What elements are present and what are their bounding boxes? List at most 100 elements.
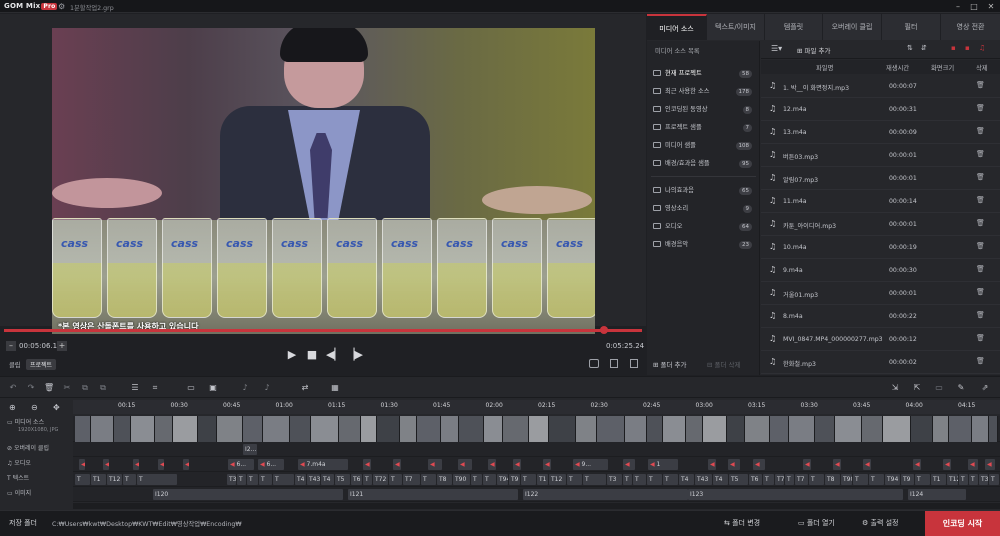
sort-asc-icon[interactable]: ⇅ [907,44,913,52]
file-row[interactable]: ♫ 10.m4a 00:00:19 🗑 [761,236,1000,259]
video-clip-thumbnail[interactable] [529,416,549,442]
maximize-icon[interactable]: □ [967,1,981,12]
video-clip-thumbnail[interactable] [703,416,727,442]
prev-frame-icon[interactable]: ◀▏ [326,349,343,361]
video-clip-thumbnail[interactable] [361,416,377,442]
file-row[interactable]: ♫ 9.m4a 00:00:30 🗑 [761,259,1000,282]
audio-clip[interactable]: ◀ [133,459,139,470]
filter-image-icon[interactable]: ▪ [965,44,970,52]
video-clip-thumbnail[interactable] [114,416,131,442]
video-clip-thumbnail[interactable] [911,416,933,442]
text-clip[interactable]: T1 [537,474,548,485]
audio-clip[interactable]: ◀ [943,459,951,470]
source-item-current-project[interactable]: 현재 프로젝트 58 [653,66,756,82]
video-clip-thumbnail[interactable] [663,416,686,442]
text-clip[interactable]: T72 [373,474,388,485]
text-clip[interactable]: T3 [979,474,988,485]
audio-clip[interactable]: ◀ 7.m4a [298,459,348,470]
text-clip[interactable]: T4 [713,474,728,485]
add-folder-button[interactable]: ⊞ 폴더 추가 [653,359,687,369]
mode-project-button[interactable]: 프로젝트 [26,359,57,370]
transition-icon[interactable]: ▦ [330,383,340,393]
text-clip[interactable]: T8 [437,474,452,485]
audio-clip[interactable]: ◀ [833,459,841,470]
video-clip-thumbnail[interactable] [647,416,663,442]
mode-clip-button[interactable]: 클립 [9,360,21,369]
text-clip[interactable]: T9 [509,474,520,485]
audio-clip[interactable]: ◀ [968,459,978,470]
video-clip-thumbnail[interactable] [243,416,263,442]
audio-clip[interactable]: ◀ 9... [573,459,608,470]
trash-icon[interactable]: 🗑 [976,104,985,112]
import-icon[interactable]: ⇲ [890,383,900,393]
video-clip-thumbnail[interactable] [417,416,441,442]
audio-clip[interactable]: ◀ [913,459,921,470]
video-clip-thumbnail[interactable] [883,416,911,442]
audio-clip[interactable]: ◀ 1 [648,459,678,470]
image-track[interactable]: I120 I121 I122 I123 I124 [73,487,1000,502]
video-clip-thumbnail[interactable] [400,416,417,442]
text-clip[interactable]: T5 [729,474,748,485]
video-clip-thumbnail[interactable] [198,416,217,442]
text-clip[interactable]: T [989,474,999,485]
zoom-in-icon[interactable]: ⊕ [9,403,16,412]
file-row[interactable]: ♫ 11.m4a 00:00:14 🗑 [761,190,1000,213]
image-clip[interactable]: I124 [908,489,966,500]
text-clip[interactable]: T6 [749,474,762,485]
text-clip[interactable]: T4 [679,474,694,485]
image-clip[interactable]: I122 [523,489,688,500]
text-clip[interactable]: T90 [453,474,470,485]
text-clip[interactable]: T6 [351,474,362,485]
audio-clip[interactable]: ◀ [458,459,472,470]
start-encoding-button[interactable]: 인코딩 시작 [925,511,1000,536]
output-settings-button[interactable]: ⚙ 출력 설정 [862,518,899,528]
play-icon[interactable]: ▶ [286,349,298,361]
trash-icon[interactable]: 🗑 [976,173,985,181]
text-clip[interactable]: T [389,474,402,485]
source-item-my-effects[interactable]: 나의효과음 65 [653,183,756,199]
tab-text-image[interactable]: 텍스트/이미지 [707,14,765,40]
file-row[interactable]: ♫ 1. 박__이 화면정지.mp3 00:00:07 🗑 [761,75,1000,98]
source-item-recent[interactable]: 최근 사용한 소스 178 [653,84,756,100]
audio-clip[interactable]: ◀ [543,459,551,470]
text-clip[interactable]: T [421,474,436,485]
settings-gear-icon[interactable]: ⚙ [58,2,67,11]
trash-icon[interactable]: 🗑 [976,288,985,296]
audio-clip[interactable]: ◀ [753,459,765,470]
text-clip[interactable]: T4 [321,474,334,485]
text-clip[interactable]: T [75,474,90,485]
text-clip[interactable]: T [647,474,662,485]
video-clip-thumbnail[interactable] [91,416,114,442]
change-folder-button[interactable]: ⇆ 폴더 변경 [724,518,760,528]
text-clip[interactable]: T7 [795,474,808,485]
step-forward-button[interactable]: + [57,341,67,351]
video-clip-thumbnail[interactable] [576,416,597,442]
split-video-icon[interactable]: ▭ [186,383,196,393]
text-clip[interactable]: T1 [91,474,106,485]
text-clip[interactable]: T [123,474,136,485]
text-clip[interactable]: T72 [775,474,784,485]
video-clip-thumbnail[interactable] [155,416,173,442]
file-row[interactable]: ♫ MVI_0847.MP4_000000277.mp3 00:00:12 🗑 [761,328,1000,351]
text-clip[interactable]: T94 [497,474,508,485]
video-preview[interactable]: cass cass cass cass cass cass cass cass … [52,28,595,334]
video-clip-thumbnail[interactable] [949,416,972,442]
video-clip-thumbnail[interactable] [745,416,770,442]
source-item-encoded[interactable]: 인코딩된 동영상 8 [653,102,756,118]
file-row[interactable]: ♫ 버튼03.mp3 00:00:01 🗑 [761,144,1000,167]
open-folder-button[interactable]: ▭ 폴더 열기 [798,518,835,528]
file-row[interactable]: ♫ 카툰_아이디어.mp3 00:00:01 🗑 [761,213,1000,236]
audio-clip[interactable]: ◀ [79,459,85,470]
text-clip[interactable]: T [483,474,496,485]
file-row[interactable]: ♫ 한화철.mp3 00:00:02 🗑 [761,351,1000,374]
text-clip[interactable]: T [471,474,482,485]
video-clip-thumbnail[interactable] [503,416,529,442]
file-row[interactable]: ♫ 13.m4a 00:00:09 🗑 [761,121,1000,144]
audio-clip[interactable]: ◀ 6... [258,459,284,470]
audio-clip[interactable]: ◀ [985,459,995,470]
tab-overlay-clip[interactable]: 오버레이 클립 [823,14,882,40]
text-clip[interactable]: T [969,474,978,485]
text-clip[interactable]: T [915,474,930,485]
audio-clip[interactable]: ◀ [393,459,401,470]
fullscreen-icon[interactable] [610,359,618,368]
